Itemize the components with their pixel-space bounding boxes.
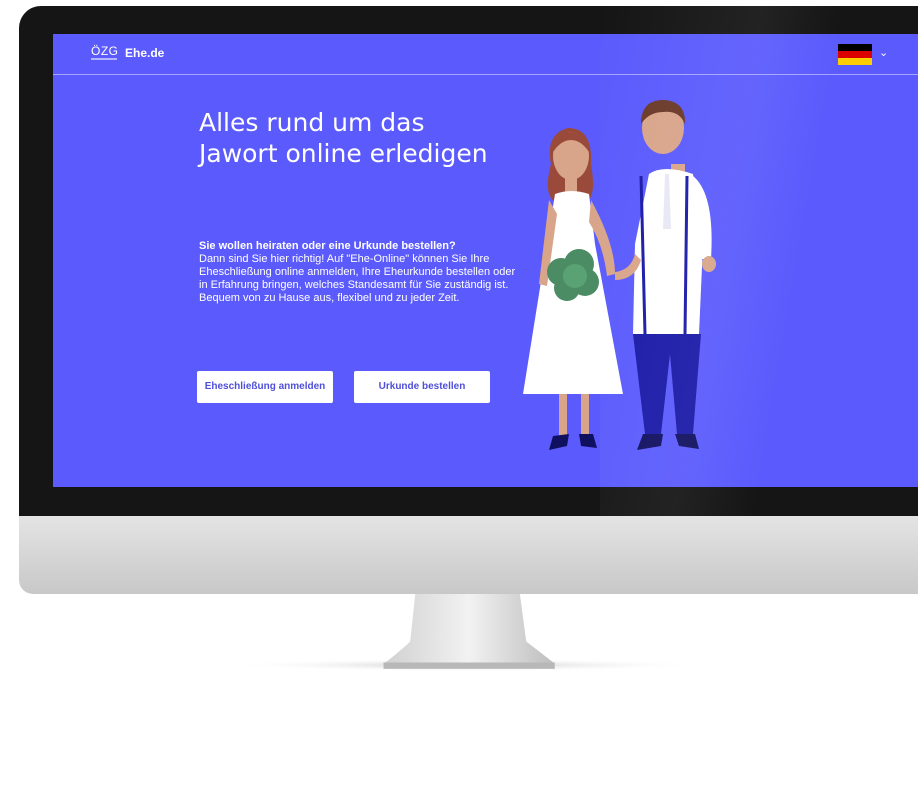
hero-intro-question: Sie wollen heiraten oder eine Urkunde be… <box>199 240 456 252</box>
wedding-couple-illustration <box>523 99 716 450</box>
browser-viewport: ÖZG Ehe.de ⌄ Alles rund um das Jawort on… <box>53 34 918 487</box>
order-certificate-button[interactable]: Urkunde bestellen <box>354 371 490 403</box>
brand-name[interactable]: Ehe.de <box>125 46 164 60</box>
chevron-down-icon[interactable]: ⌄ <box>879 46 888 59</box>
monitor-stand <box>225 594 707 672</box>
language-flag-icon[interactable] <box>838 44 872 65</box>
hero-intro-text: Dann sind Sie hier richtig! Auf "Ehe-Onl… <box>199 253 516 304</box>
top-navbar: ÖZG Ehe.de ⌄ <box>53 34 918 75</box>
ozg-logo[interactable]: ÖZG <box>91 45 119 57</box>
groom-figure <box>633 99 716 450</box>
ozg-logo-underline <box>91 58 117 60</box>
bride-figure <box>523 128 641 450</box>
register-marriage-button[interactable]: Eheschließung anmelden <box>197 371 333 403</box>
hero-headline: Alles rund um das Jawort online erledige… <box>199 108 488 168</box>
monitor-chin <box>19 516 918 594</box>
